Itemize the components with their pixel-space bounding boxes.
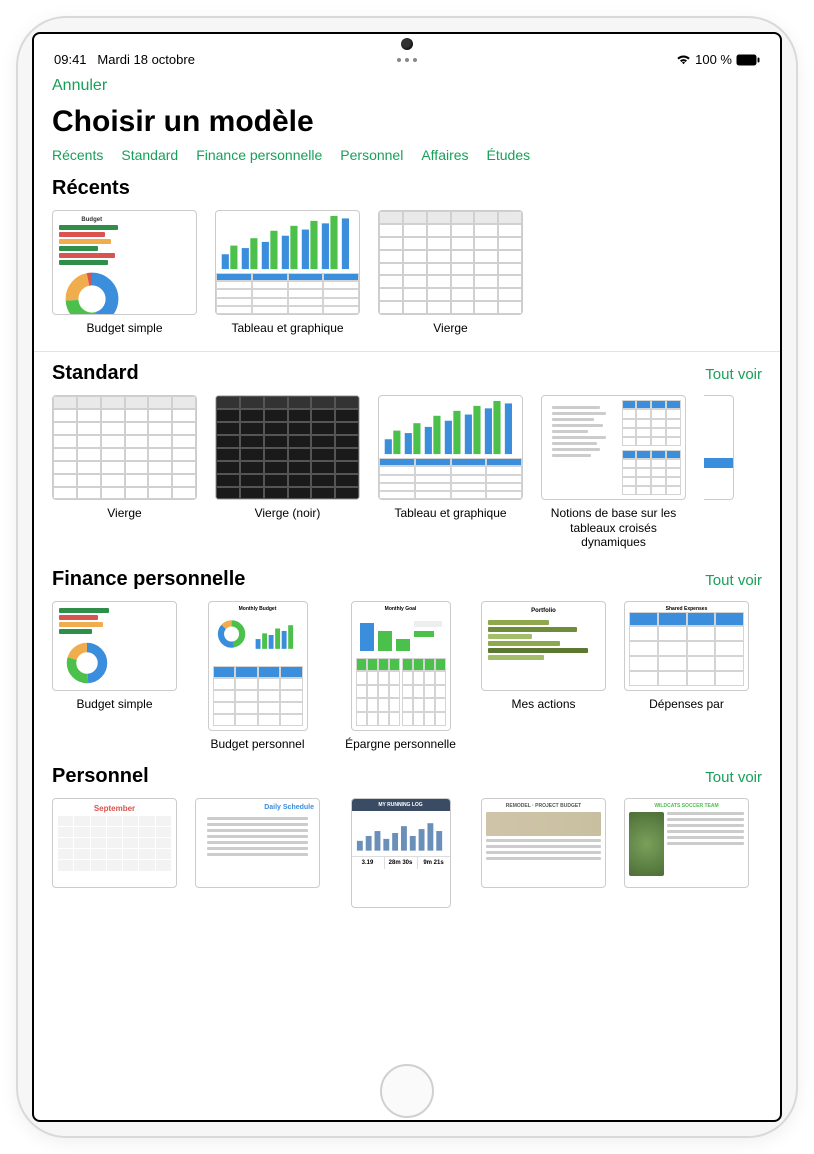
- tab-finance[interactable]: Finance personnelle: [196, 147, 322, 163]
- row-recents: Budget: [52, 210, 762, 341]
- template-label: Épargne personnelle: [338, 737, 463, 751]
- template-label: Budget personnel: [195, 737, 320, 751]
- status-time: 09:41: [54, 52, 87, 67]
- tab-education[interactable]: Études: [487, 147, 531, 163]
- thumbnail: Monthly Goal: [351, 601, 451, 731]
- screen: 09:41 Mardi 18 octobre 100 % Annuler Cho…: [32, 32, 782, 1122]
- template-label: Budget simple: [52, 321, 197, 335]
- wifi-icon: [676, 54, 691, 65]
- thumbnail: MY RUNNING LOG 3.19 28m 30s 9m 21s: [351, 798, 451, 908]
- template-label: Budget simple: [52, 697, 177, 711]
- multitasking-dots-icon[interactable]: [397, 58, 417, 62]
- section-header-standard: Standard Tout voir: [52, 362, 762, 385]
- content-area: Annuler Choisir un modèle Récents Standa…: [34, 71, 780, 1109]
- template-personal-savings[interactable]: Monthly Goal: [338, 601, 463, 751]
- thumbnail: REMODEL · PROJECT BUDGET: [481, 798, 606, 888]
- template-remodel-budget[interactable]: REMODEL · PROJECT BUDGET: [481, 798, 606, 888]
- page-title: Choisir un modèle: [52, 105, 762, 139]
- template-label: Dépenses par: [624, 697, 749, 711]
- thumbnail: [704, 395, 734, 500]
- thumbnail: [378, 395, 523, 500]
- status-bar: 09:41 Mardi 18 octobre 100 %: [34, 52, 780, 71]
- section-header-recents: Récents: [52, 177, 762, 200]
- template-label: Vierge: [52, 506, 197, 520]
- battery-icon: [736, 54, 760, 66]
- template-calendar[interactable]: September: [52, 798, 177, 888]
- template-shared-expenses[interactable]: Shared Expenses Dépenses par: [624, 601, 749, 751]
- status-date: Mardi 18 octobre: [97, 52, 195, 67]
- see-all-finance[interactable]: Tout voir: [705, 572, 762, 589]
- thumbnail: WILDCATS SOCCER TEAM: [624, 798, 749, 888]
- template-label: Vierge: [378, 321, 523, 335]
- template-blank[interactable]: Vierge: [378, 210, 523, 335]
- category-tabs: Récents Standard Finance personnelle Per…: [52, 147, 762, 163]
- thumbnail: Monthly Budget: [208, 601, 308, 731]
- see-all-personal[interactable]: Tout voir: [705, 769, 762, 786]
- template-chart-table[interactable]: Tableau et graphique: [215, 210, 360, 335]
- tab-personal[interactable]: Personnel: [340, 147, 403, 163]
- thumbnail: Budget: [52, 210, 197, 315]
- template-pivot-basics[interactable]: Notions de base sur les tableaux croisés…: [541, 395, 686, 549]
- thumbnail: Shared Expenses: [624, 601, 749, 691]
- thumbnail: [52, 601, 177, 691]
- device-frame: 09:41 Mardi 18 octobre 100 % Annuler Cho…: [18, 18, 796, 1136]
- template-partial[interactable]: [704, 395, 734, 549]
- template-blank[interactable]: Vierge: [52, 395, 197, 549]
- template-stocks[interactable]: Portfolio Mes actions: [481, 601, 606, 751]
- section-title-standard: Standard: [52, 362, 139, 385]
- tab-business[interactable]: Affaires: [421, 147, 468, 163]
- section-header-personal: Personnel Tout voir: [52, 765, 762, 788]
- status-right: 100 %: [676, 52, 760, 67]
- row-personal: September Daily Schedule: [52, 798, 762, 914]
- template-team-roster[interactable]: WILDCATS SOCCER TEAM: [624, 798, 749, 888]
- tab-recents[interactable]: Récents: [52, 147, 103, 163]
- status-left: 09:41 Mardi 18 octobre: [54, 52, 195, 67]
- thumbnail: [215, 210, 360, 315]
- section-header-finance: Finance personnelle Tout voir: [52, 568, 762, 591]
- section-title-recents: Récents: [52, 177, 130, 200]
- template-chart-table[interactable]: Tableau et graphique: [378, 395, 523, 549]
- see-all-standard[interactable]: Tout voir: [705, 366, 762, 383]
- battery-percent: 100 %: [695, 52, 732, 67]
- front-camera: [401, 38, 413, 50]
- thumbnail: Portfolio: [481, 601, 606, 691]
- thumbnail: September: [52, 798, 177, 888]
- thumbnail: Daily Schedule: [195, 798, 320, 888]
- template-running-log[interactable]: MY RUNNING LOG 3.19 28m 30s 9m 21s: [338, 798, 463, 908]
- template-label: Tableau et graphique: [215, 321, 360, 335]
- row-finance: Budget simple Monthly Budget: [52, 601, 762, 757]
- thumbnail: [52, 395, 197, 500]
- template-label: Tableau et graphique: [378, 506, 523, 520]
- row-standard: Vierge: [52, 395, 762, 555]
- thumbnail: [215, 395, 360, 500]
- template-daily-schedule[interactable]: Daily Schedule: [195, 798, 320, 888]
- template-budget-simple[interactable]: Budget: [52, 210, 197, 335]
- template-label: Notions de base sur les tableaux croisés…: [541, 506, 686, 549]
- divider: [34, 351, 780, 352]
- thumbnail: [541, 395, 686, 500]
- tab-standard[interactable]: Standard: [121, 147, 178, 163]
- thumbnail: [378, 210, 523, 315]
- cancel-button[interactable]: Annuler: [52, 77, 107, 95]
- template-label: Mes actions: [481, 697, 606, 711]
- template-budget-simple[interactable]: Budget simple: [52, 601, 177, 751]
- home-button[interactable]: [380, 1064, 434, 1118]
- template-label: Vierge (noir): [215, 506, 360, 520]
- section-title-finance: Finance personnelle: [52, 568, 245, 591]
- section-title-personal: Personnel: [52, 765, 149, 788]
- template-blank-dark[interactable]: Vierge (noir): [215, 395, 360, 549]
- template-personal-budget[interactable]: Monthly Budget: [195, 601, 320, 751]
